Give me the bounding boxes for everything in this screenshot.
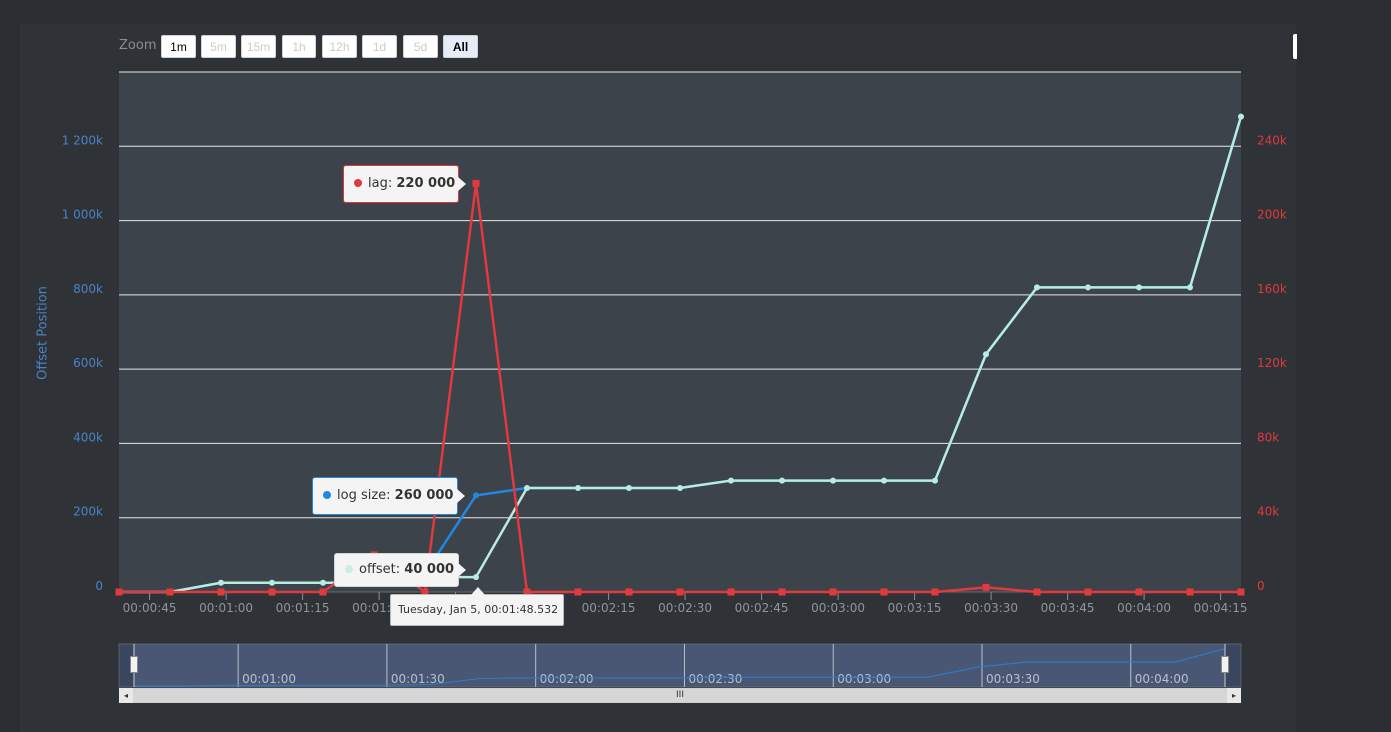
navigator-tick-label: 00:04:00 [1135,672,1189,686]
lag-point [1237,588,1245,596]
lag-point [727,588,735,596]
plot-area [119,72,1241,592]
scroll-right-button[interactable]: ▸ [1227,688,1241,703]
y-left-tick-label: 600k [73,356,103,370]
lag-point [166,588,174,596]
offset-point [1085,284,1091,291]
lag-point [829,588,837,596]
navigator-left-handle[interactable] [130,656,138,673]
navigator-selection [134,644,1225,687]
tooltip-lag-name: lag [368,176,388,191]
scroll-left-button[interactable]: ◂ [119,688,133,703]
offset-point [830,477,836,484]
y-right-tick-label: 40k [1257,505,1279,519]
offset-point [1136,284,1142,291]
x-tick-label: 00:03:15 [888,601,942,615]
lag-point [574,588,582,596]
y-left-tick-label: 0 [95,579,103,593]
tooltip-lag: lag: 220 000 [343,165,466,203]
y-left-tick-label: 1 200k [62,133,103,147]
offset-point [932,477,938,484]
lag-point [880,588,888,596]
offset-point [983,351,989,358]
x-tick-label: 00:01:15 [276,601,330,615]
x-tick-label: 00:02:45 [735,601,789,615]
offset-point [626,485,632,491]
navigator-tick-label: 00:02:00 [540,672,594,686]
navigator-tick-label: 00:02:30 [688,672,742,686]
y-left-tick-label: 800k [73,282,103,296]
tooltip-log-size-name: log size [337,488,387,503]
y-axis-title: Offset Position [35,286,51,380]
offset-point [1034,284,1040,291]
lag-marker-icon [354,179,362,187]
tooltip-offset-value: 40 000 [404,562,455,577]
lag-point [268,588,276,596]
tooltip-lag-value: 220 000 [396,176,456,191]
x-tick-label: 00:03:45 [1041,601,1095,615]
tooltip-log-size: log size: 260 000 [312,477,465,515]
offset-point [218,579,224,586]
lag-point [625,588,633,596]
x-tick-label: 00:01:00 [199,601,253,615]
offset-point [269,579,275,586]
offset-marker-icon [345,565,353,573]
lag-point [472,179,480,187]
offset-point [1187,284,1193,291]
lag-point [319,588,327,596]
navigator-right-handle[interactable] [1221,656,1229,673]
lag-point [931,588,939,596]
scrollbar-thumb[interactable]: III [133,689,1227,702]
offset-point [728,477,734,484]
x-tick-label: 00:04:00 [1117,601,1171,615]
lag-point [1033,588,1041,596]
y-right-tick-label: 80k [1257,430,1279,444]
log-size-marker-icon [323,491,331,499]
offset-point [524,485,530,491]
y-left-tick-label: 400k [73,430,103,444]
y-left-tick-label: 200k [73,505,103,519]
lag-point [115,588,123,596]
line-chart: 0 200k 400k 600k 800k 1 000k 1 200k 0 40k 80k 120k… [62,71,1287,688]
offset-point [320,579,326,586]
lag-point [1186,588,1194,596]
lag-point [982,583,990,591]
log-size-point [473,492,479,499]
offset-point [881,477,887,484]
y-right-tick-label: 240k [1257,133,1287,147]
lag-point [778,588,786,596]
tooltip-offset-name: offset [359,562,396,577]
lag-point [1135,588,1143,596]
x-tick-label: 00:02:15 [582,601,636,615]
x-tick-label: 00:03:30 [964,601,1018,615]
x-tick-label: 00:02:30 [658,601,712,615]
navigator-tick-label: 00:03:30 [986,672,1040,686]
y-right-tick-label: 160k [1257,282,1287,296]
x-tick-label: 00:03:00 [811,601,865,615]
y-right-tick-label: 0 [1257,579,1265,593]
y-right-tick-label: 200k [1257,208,1287,222]
navigator-tick-label: 00:01:00 [242,672,296,686]
x-tick-label: 00:00:45 [123,601,177,615]
tooltip-log-size-value: 260 000 [394,488,454,503]
lag-point [217,588,225,596]
offset-point [1238,113,1244,120]
tooltip-offset: offset: 40 000 [334,553,466,587]
offset-point [677,485,683,491]
offset-point [473,574,479,581]
lag-point [1084,588,1092,596]
lag-point [676,588,684,596]
y-left-tick-label: 1 000k [62,208,103,222]
x-tick-label: 00:04:15 [1194,601,1248,615]
navigator-tick-label: 00:03:00 [837,672,891,686]
tooltip-date: Tuesday, Jan 5, 00:01:48.532 [390,587,564,626]
y-right-tick-label: 120k [1257,356,1287,370]
offset-point [779,477,785,484]
offset-point [575,485,581,491]
